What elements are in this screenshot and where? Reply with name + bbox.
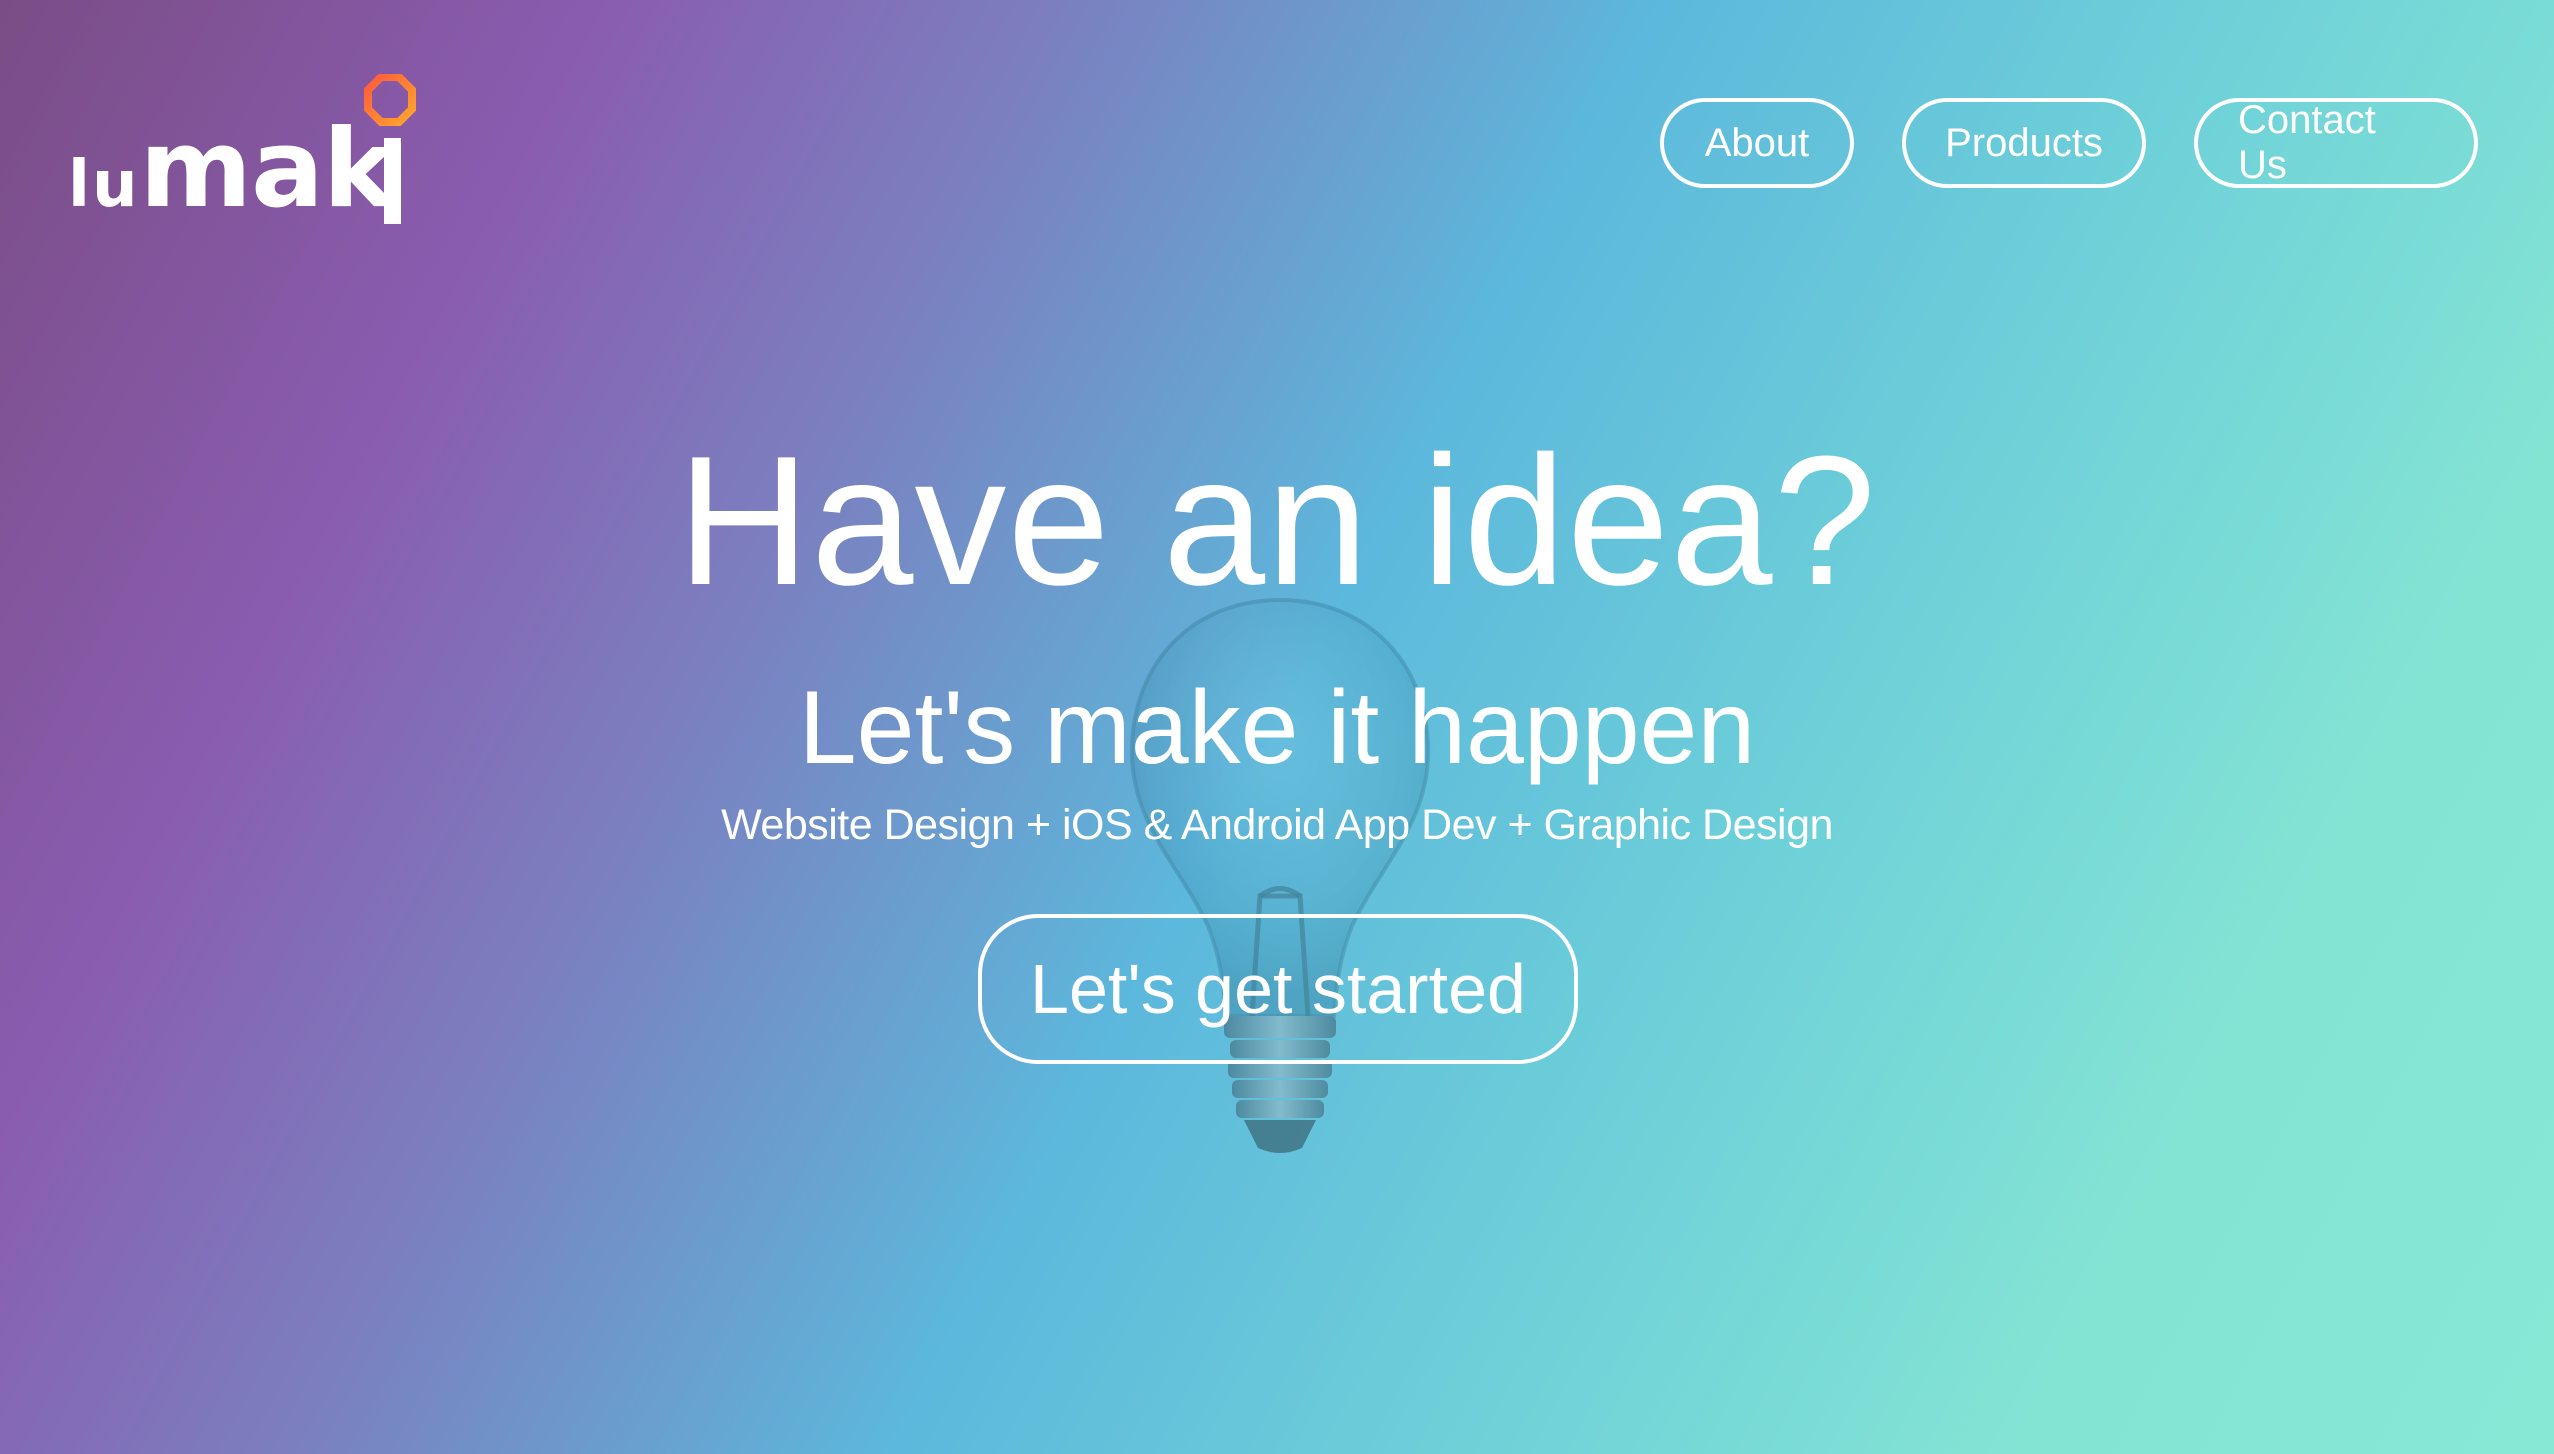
get-started-button[interactable]: Let's get started bbox=[978, 914, 1578, 1064]
hero-title: Have an idea? bbox=[677, 417, 1877, 623]
site-logo[interactable]: lumaki bbox=[68, 70, 428, 230]
nav-contact-button[interactable]: Contact Us bbox=[2194, 98, 2478, 188]
main-nav: About Products Contact Us bbox=[1660, 98, 2478, 188]
nav-about-button[interactable]: About bbox=[1660, 98, 1854, 188]
logo-ring-icon bbox=[364, 74, 416, 126]
nav-products-button[interactable]: Products bbox=[1902, 98, 2146, 188]
hero-subtitle: Let's make it happen bbox=[798, 670, 1756, 786]
logo-wordmark: lumaki bbox=[68, 107, 395, 232]
hero-services: Website Design + iOS & Android App Dev +… bbox=[721, 801, 1833, 849]
logo-i-stem bbox=[384, 138, 401, 224]
